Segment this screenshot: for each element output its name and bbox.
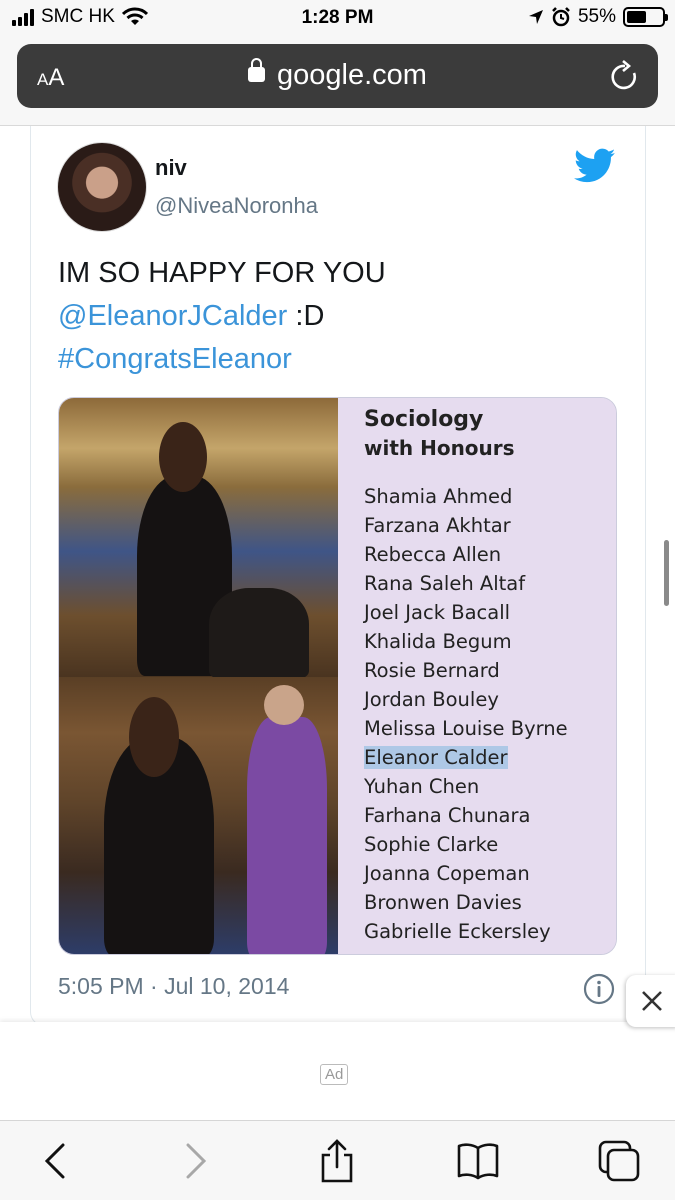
status-bar: SMC HK 1:28 PM 55% <box>0 0 675 40</box>
share-icon <box>321 1139 353 1183</box>
list-name: Joel Jack Bacall <box>364 598 616 627</box>
list-name: Khalida Begum <box>364 627 616 656</box>
info-icon[interactable] <box>583 973 615 1005</box>
list-title: Sociology <box>364 407 484 432</box>
list-name: Bronwen Davies <box>364 888 616 917</box>
graduation-photo-bottom <box>59 677 338 954</box>
bookmarks-button[interactable] <box>456 1139 500 1183</box>
list-name: Rebecca Allen <box>364 540 616 569</box>
location-arrow-icon <box>528 10 543 24</box>
list-name-text: Yuhan Chen <box>364 775 480 798</box>
display-name[interactable]: niv <box>155 155 187 181</box>
tweet-text: IM SO HAPPY FOR YOU @EleanorJCalder :D #… <box>58 252 628 381</box>
list-name: Rana Saleh Altaf <box>364 569 616 598</box>
hashtag-link[interactable]: #CongratsEleanor <box>58 338 628 381</box>
tabs-icon <box>598 1140 640 1182</box>
list-name: Farhana Chunara <box>364 801 616 830</box>
tweet-text-emoticon: :D <box>287 300 325 332</box>
list-name-text: Rebecca Allen <box>364 543 502 566</box>
list-name: Farzana Akhtar <box>364 511 616 540</box>
graduation-photo-top <box>59 398 338 678</box>
tweet-text-line: IM SO HAPPY FOR YOU <box>58 257 386 289</box>
audience-figure <box>209 588 309 678</box>
battery-percent: 55% <box>577 6 616 27</box>
list-name: Rosie Bernard <box>364 656 616 685</box>
browser-header: AA google.com <box>0 40 675 126</box>
list-name-text: Shamia Ahmed <box>364 485 513 508</box>
ad-banner[interactable]: Ad <box>0 1022 675 1122</box>
official-robe <box>247 717 327 954</box>
list-name: Gabrielle Eckersley <box>364 917 616 946</box>
url-text: google.com <box>277 59 427 91</box>
mention-link[interactable]: @EleanorJCalder <box>58 300 287 332</box>
list-name: Yuhan Chen <box>364 772 616 801</box>
close-icon <box>642 991 662 1011</box>
close-ad-button[interactable] <box>626 975 675 1027</box>
status-icons: 55% <box>528 6 668 28</box>
list-name-text: Gabrielle Eckersley <box>364 920 551 943</box>
list-name-text: Rosie Bernard <box>364 659 500 682</box>
url-display[interactable]: google.com <box>17 57 658 92</box>
battery-level <box>627 11 646 23</box>
list-name: Joanna Copeman <box>364 859 616 888</box>
list-name-text: Farhana Chunara <box>364 804 531 827</box>
list-name: Jordan Bouley <box>364 685 616 714</box>
address-bar[interactable]: AA google.com <box>17 44 658 108</box>
back-button[interactable] <box>33 1139 77 1183</box>
share-button[interactable] <box>315 1139 359 1183</box>
list-name: Melissa Louise Byrne <box>364 714 616 743</box>
list-name-text: Eleanor Calder <box>364 746 508 769</box>
forward-icon <box>186 1143 207 1179</box>
battery-icon <box>623 7 668 27</box>
list-name-text: Rana Saleh Altaf <box>364 572 526 595</box>
reload-icon[interactable] <box>610 60 640 92</box>
ad-label: Ad <box>320 1064 349 1085</box>
twitter-bird-icon[interactable] <box>574 148 616 184</box>
user-handle[interactable]: @NiveaNoronha <box>155 193 318 219</box>
tweet-text-mention-line: @EleanorJCalder :D <box>58 295 628 338</box>
graduate-hair <box>159 422 207 492</box>
list-name-text: Jordan Bouley <box>364 688 499 711</box>
list-name-text: Bronwen Davies <box>364 891 522 914</box>
highlighted-list-name: Eleanor Calder <box>364 743 616 772</box>
list-name: Shamia Ahmed <box>364 482 616 511</box>
list-name-text: Khalida Begum <box>364 630 512 653</box>
list-name-text: Joel Jack Bacall <box>364 601 511 624</box>
list-subtitle: with Honours <box>364 436 515 460</box>
tweet-photo[interactable]: Sociology with Honours Shamia Ahmed Farz… <box>58 397 617 955</box>
alarm-icon <box>552 7 570 27</box>
list-name-text: Sophie Clarke <box>364 833 499 856</box>
tweet-timestamp[interactable]: 5:05 PM · Jul 10, 2014 <box>58 973 289 1000</box>
graduate-walking-hair <box>129 697 179 777</box>
list-name-text: Farzana Akhtar <box>364 514 511 537</box>
tabs-button[interactable] <box>597 1139 641 1183</box>
list-name-text: Melissa Louise Byrne <box>364 717 568 740</box>
list-name: Sophie Clarke <box>364 830 616 859</box>
forward-button[interactable] <box>174 1139 218 1183</box>
graduate-list: Sociology with Honours Shamia Ahmed Farz… <box>338 398 616 954</box>
back-icon <box>44 1143 65 1179</box>
bookmarks-icon <box>457 1143 499 1180</box>
lock-icon <box>248 57 266 82</box>
official-head <box>264 685 304 725</box>
browser-toolbar <box>0 1120 675 1200</box>
list-name-text: Joanna Copeman <box>364 862 530 885</box>
avatar[interactable] <box>57 142 147 232</box>
page-scrollbar[interactable] <box>664 540 669 606</box>
